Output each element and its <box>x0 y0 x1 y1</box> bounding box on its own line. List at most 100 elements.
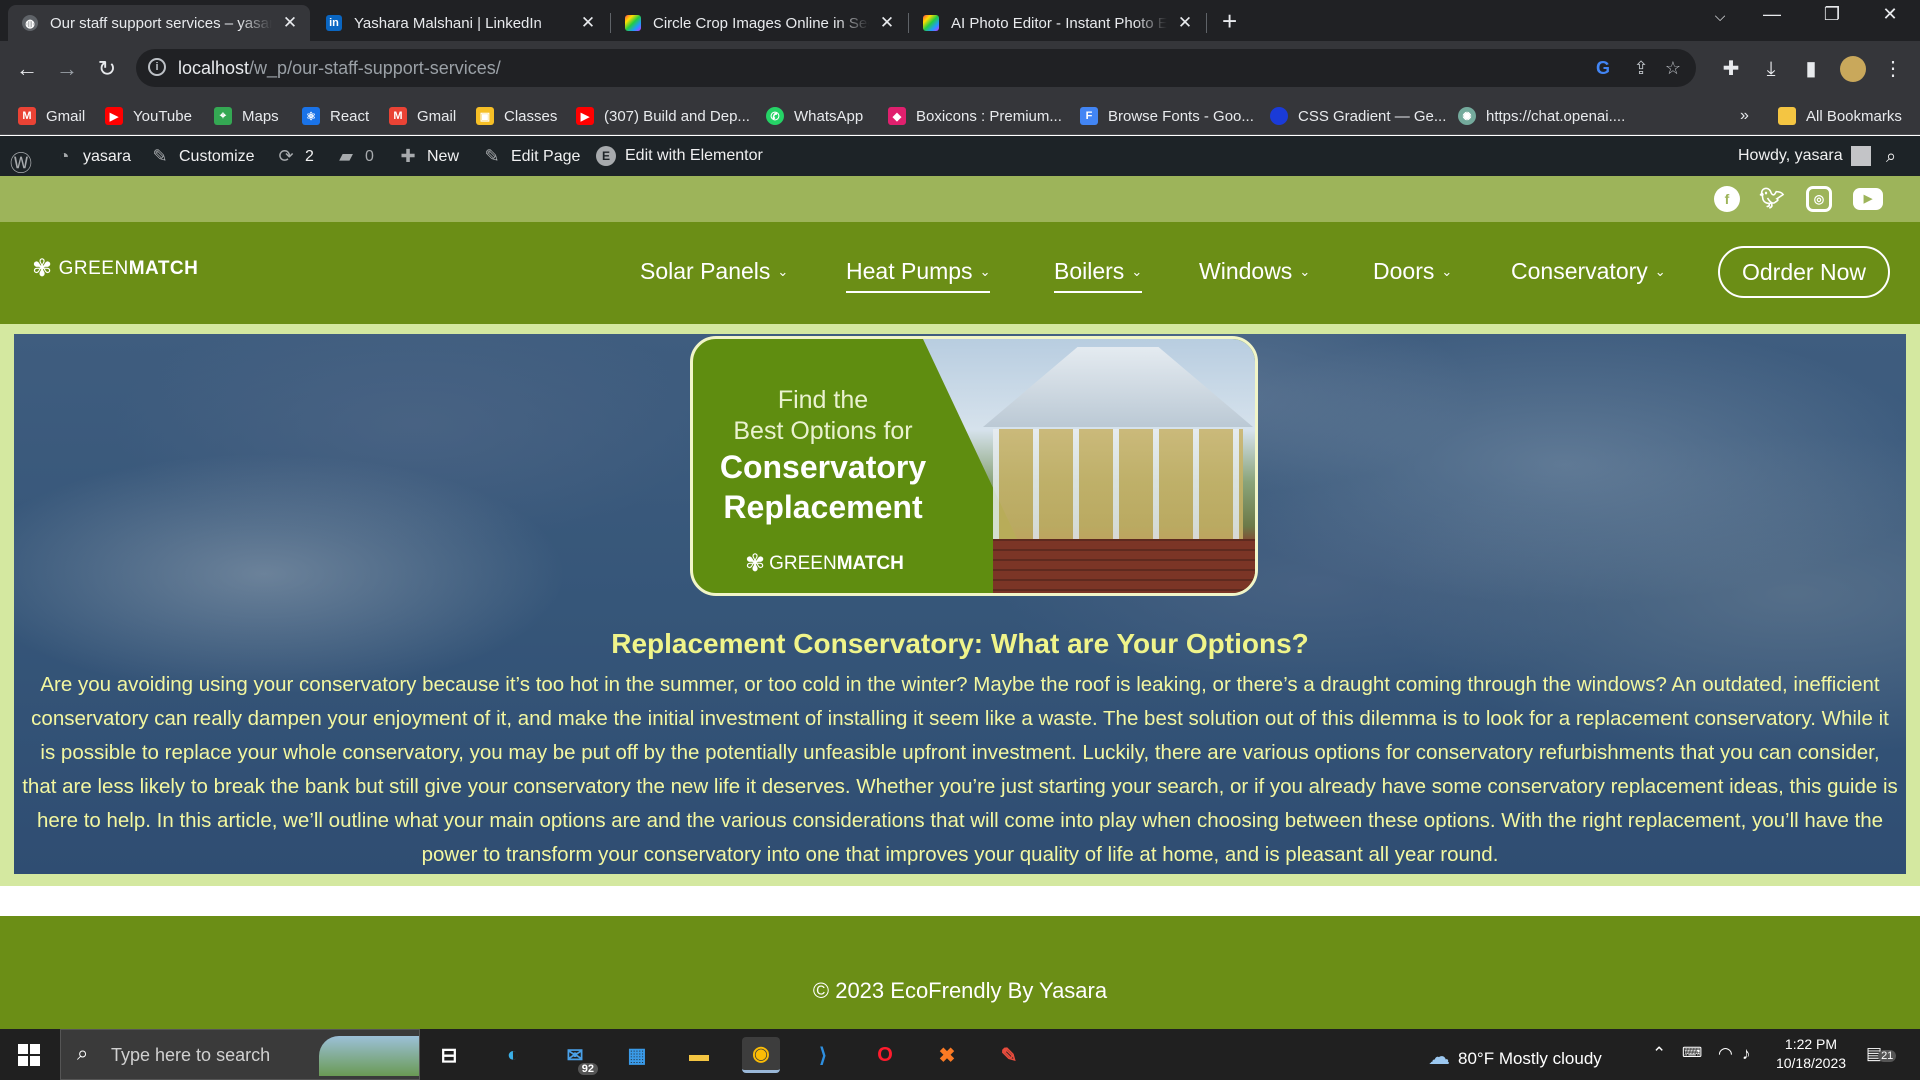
elementor-icon: E <box>596 146 616 166</box>
admin-customize[interactable]: ✎ Customize <box>150 146 254 167</box>
chrome-icon[interactable]: ◉ <box>742 1037 780 1073</box>
opera-icon[interactable]: O <box>866 1037 904 1073</box>
minimize-button[interactable]: — <box>1752 4 1792 25</box>
site-info-icon[interactable]: i <box>148 58 166 76</box>
instagram-icon[interactable]: ◎ <box>1806 186 1832 212</box>
admin-comments[interactable]: ▰ 0 <box>336 146 374 167</box>
paint-icon[interactable]: ✎ <box>990 1037 1028 1073</box>
nav-boilers[interactable]: Boilers ⌄ <box>1054 258 1143 293</box>
tab-ai-photo-editor[interactable]: AI Photo Editor - Instant Photo Editing … <box>909 5 1205 41</box>
wordpress-logo-icon[interactable]: Ⓦ <box>10 146 39 178</box>
bookmark-build-and-deploy[interactable]: ▶ (307) Build and Dep... <box>576 107 750 125</box>
admin-site-name[interactable]: ◔ yasara <box>54 146 131 167</box>
profile-avatar[interactable] <box>1840 56 1866 82</box>
tab-our-staff-support[interactable]: ◍ Our staff support services – yasara ✕ <box>8 5 310 41</box>
admin-edit-page[interactable]: ✎ Edit Page <box>482 146 580 167</box>
back-button[interactable]: ← <box>12 55 42 83</box>
close-icon[interactable]: ✕ <box>578 13 598 33</box>
close-icon[interactable]: ✕ <box>877 13 897 33</box>
youtube-icon[interactable]: ▶ <box>1853 188 1883 210</box>
browser-toolbar: ← → ↻ i localhost/w_p/our-staff-support-… <box>0 41 1920 99</box>
edge-icon[interactable]: ◐ <box>494 1037 532 1073</box>
hero-paragraph: Are you avoiding using your conservatory… <box>22 673 1898 866</box>
site-footer: © 2023 EcoFrendly By Yasara <box>0 916 1920 1029</box>
pencil-icon: ✎ <box>484 146 500 166</box>
address-bar[interactable]: i localhost/w_p/our-staff-support-servic… <box>136 49 1696 87</box>
nav-solar-panels[interactable]: Solar Panels ⌄ <box>640 258 788 291</box>
bookmark-gmail-2[interactable]: M Gmail <box>389 107 456 125</box>
bookmark-classes[interactable]: ▣ Classes <box>476 107 557 125</box>
nav-heat-pumps[interactable]: Heat Pumps ⌄ <box>846 258 991 293</box>
nav-windows[interactable]: Windows ⌄ <box>1199 258 1310 291</box>
vscode-icon[interactable]: ⟩ <box>804 1037 842 1073</box>
chevron-down-icon: ⌄ <box>1441 263 1453 279</box>
input-method-icon[interactable]: ⌨ <box>1682 1044 1702 1061</box>
bookmark-star-icon[interactable]: ☆ <box>1662 57 1684 79</box>
admin-new[interactable]: ✚ New <box>398 146 459 167</box>
updates-icon: ⟳ <box>278 146 294 166</box>
bookmark-boxicons[interactable]: ◆ Boxicons : Premium... <box>888 107 1062 125</box>
tray-chevron-icon[interactable]: ⌃ <box>1652 1044 1666 1064</box>
bookmark-css-gradient[interactable]: CSS Gradient — Ge... <box>1270 107 1446 125</box>
tab-linkedin[interactable]: in Yashara Malshani | LinkedIn ✕ <box>312 5 608 41</box>
new-tab-button[interactable]: + <box>1222 6 1237 36</box>
admin-howdy[interactable]: Howdy, yasara <box>1738 146 1871 166</box>
system-clock[interactable]: 1:22 PM 10/18/2023 <box>1766 1035 1856 1073</box>
nav-doors[interactable]: Doors ⌄ <box>1373 258 1452 291</box>
notification-center-icon[interactable]: ▤21 <box>1866 1044 1897 1064</box>
rainbow-square-icon <box>625 15 641 31</box>
taskbar-search-box[interactable]: ⌕ Type here to search <box>60 1029 420 1080</box>
bookmark-whatsapp[interactable]: ✆ WhatsApp <box>766 107 863 125</box>
bookmark-youtube[interactable]: ▶ YouTube <box>105 107 192 125</box>
close-icon[interactable]: ✕ <box>280 13 300 33</box>
twitter-icon[interactable]: 🐦︎ <box>1759 186 1785 212</box>
bookmark-maps[interactable]: ⌖ Maps <box>214 107 279 125</box>
share-icon[interactable]: ⇪ <box>1630 57 1652 79</box>
xampp-icon[interactable]: ✖ <box>928 1037 966 1073</box>
download-icon[interactable]: ⤓ <box>1758 56 1784 82</box>
facebook-icon[interactable]: f <box>1714 186 1740 212</box>
reload-button[interactable]: ↻ <box>92 55 122 83</box>
order-now-button[interactable]: Odrder Now <box>1718 246 1890 298</box>
social-strip: f 🐦︎ ◎ ▶ <box>0 176 1920 222</box>
bookmark-gmail[interactable]: M Gmail <box>18 107 85 125</box>
tab-circle-crop[interactable]: Circle Crop Images Online in Seconds ✕ <box>611 5 907 41</box>
file-explorer-icon[interactable]: ▬ <box>680 1037 718 1073</box>
volume-icon[interactable]: ♪ <box>1742 1044 1751 1064</box>
side-panel-icon[interactable]: ▮ <box>1798 56 1824 82</box>
tab-search-chevron-icon[interactable]: ⌵ <box>1700 8 1740 25</box>
admin-edit-elementor[interactable]: E Edit with Elementor <box>596 146 763 166</box>
wifi-icon[interactable]: ◠ <box>1718 1044 1733 1064</box>
restore-button[interactable]: ❐ <box>1812 4 1852 25</box>
folder-icon <box>1778 107 1796 125</box>
greenmatch-logo-icon: ✾ <box>32 255 53 282</box>
nav-conservatory[interactable]: Conservatory ⌄ <box>1511 258 1666 291</box>
mail-icon[interactable]: ✉ 92 <box>556 1037 598 1075</box>
bookmark-google-fonts[interactable]: F Browse Fonts - Goo... <box>1080 107 1254 125</box>
windows-start-icon[interactable] <box>18 1044 40 1066</box>
whatsapp-icon: ✆ <box>766 107 784 125</box>
admin-updates[interactable]: ⟳ 2 <box>276 146 313 167</box>
microsoft-store-icon[interactable]: ▦ <box>618 1037 656 1073</box>
chevron-down-icon: ⌄ <box>979 263 991 279</box>
task-view-icon[interactable]: ⊟ <box>430 1037 468 1073</box>
more-menu-icon[interactable]: ⋮ <box>1880 56 1906 82</box>
site-logo[interactable]: ✾ GREEN MATCH <box>32 254 198 283</box>
bookmark-chat-openai[interactable]: ✺ https://chat.openai.... <box>1458 107 1625 125</box>
chevron-down-icon: ⌄ <box>1654 263 1666 279</box>
boxicons-icon: ◆ <box>888 107 906 125</box>
search-highlight-image <box>319 1036 419 1076</box>
all-bookmarks-folder[interactable]: All Bookmarks <box>1778 107 1902 125</box>
url-text[interactable]: localhost/w_p/our-staff-support-services… <box>178 58 501 79</box>
weather-widget[interactable]: ☁ 80°F Mostly cloudy <box>1428 1044 1602 1070</box>
extensions-icon[interactable]: ✚ <box>1718 56 1744 82</box>
google-lens-icon[interactable]: G <box>1592 57 1614 79</box>
tab-title: Yashara Malshani | LinkedIn <box>354 14 542 32</box>
more-bookmarks-chevron-icon[interactable]: » <box>1740 107 1749 125</box>
bookmark-react[interactable]: ⚛ React <box>302 107 369 125</box>
close-icon[interactable]: ✕ <box>1175 13 1195 33</box>
close-window-button[interactable]: ✕ <box>1870 4 1910 25</box>
admin-search-icon[interactable]: ⌕ <box>1886 146 1896 167</box>
forward-button[interactable]: → <box>52 55 82 83</box>
banner-subtitle: Find the Best Options for <box>733 386 913 445</box>
